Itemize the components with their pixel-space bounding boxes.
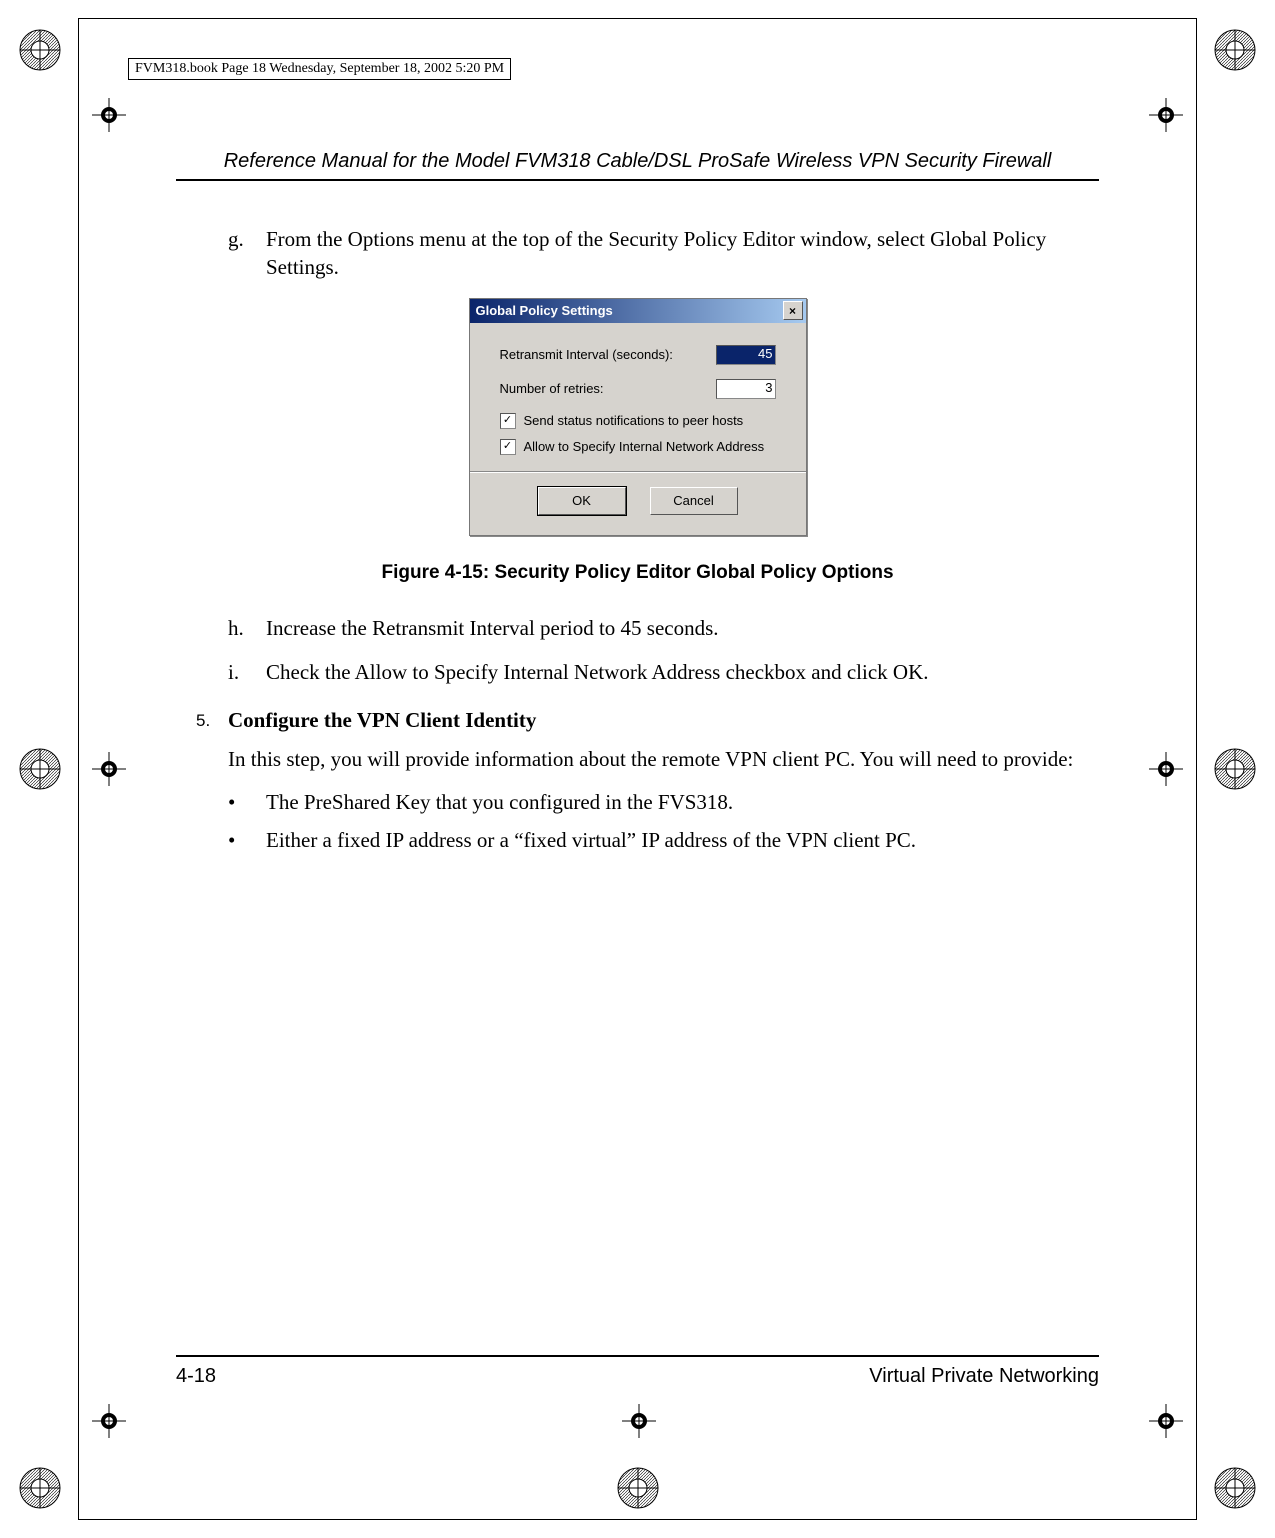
- dialog-body: Retransmit Interval (seconds): 45 Number…: [470, 323, 806, 535]
- crosshair-icon: [92, 98, 126, 132]
- figure-caption: Figure 4-15: Security Policy Editor Glob…: [176, 562, 1099, 584]
- step-5-intro: In this step, you will provide informati…: [228, 745, 1099, 773]
- page-footer: 4-18 Virtual Private Networking: [176, 1355, 1099, 1388]
- close-button[interactable]: ×: [783, 301, 803, 320]
- bullet-2-text: Either a fixed IP address or a “fixed vi…: [266, 826, 916, 854]
- checkbox-checked-icon[interactable]: ✓: [500, 439, 516, 455]
- retries-input[interactable]: 3: [716, 379, 776, 399]
- crosshair-icon: [92, 1404, 126, 1438]
- step-5-marker: 5.: [196, 708, 228, 733]
- ok-button[interactable]: OK: [538, 487, 626, 515]
- bullet-icon: •: [228, 788, 266, 816]
- close-icon: ×: [789, 305, 796, 317]
- book-tag: FVM318.book Page 18 Wednesday, September…: [128, 58, 511, 80]
- step-g: g. From the Options menu at the top of t…: [228, 225, 1099, 282]
- step-g-text: From the Options menu at the top of the …: [266, 225, 1099, 282]
- registration-mark-icon: [18, 747, 62, 791]
- registration-mark-icon: [1213, 1466, 1257, 1510]
- step-5: 5. Configure the VPN Client Identity: [196, 708, 1099, 733]
- retransmit-label: Retransmit Interval (seconds):: [500, 347, 673, 362]
- retries-label: Number of retries:: [500, 381, 604, 396]
- step-i: i. Check the Allow to Specify Internal N…: [228, 658, 1099, 686]
- step-h: h. Increase the Retransmit Interval peri…: [228, 614, 1099, 642]
- global-policy-settings-dialog: Global Policy Settings × Retransmit Inte…: [469, 298, 807, 536]
- step-h-marker: h.: [228, 614, 266, 642]
- retransmit-input[interactable]: 45: [716, 345, 776, 365]
- checkbox-checked-icon[interactable]: ✓: [500, 413, 516, 429]
- send-status-checkbox-row[interactable]: ✓ Send status notifications to peer host…: [500, 413, 776, 429]
- retries-field: Number of retries: 3: [500, 379, 776, 399]
- dialog-title: Global Policy Settings: [476, 303, 613, 318]
- page: FVM318.book Page 18 Wednesday, September…: [0, 0, 1275, 1538]
- allow-internal-checkbox-row[interactable]: ✓ Allow to Specify Internal Network Addr…: [500, 439, 776, 455]
- bullet-icon: •: [228, 826, 266, 854]
- registration-mark-icon: [18, 1466, 62, 1510]
- running-head: Reference Manual for the Model FVM318 Ca…: [176, 150, 1099, 173]
- dialog-titlebar[interactable]: Global Policy Settings ×: [470, 299, 806, 323]
- registration-mark-icon: [18, 28, 62, 72]
- send-status-label: Send status notifications to peer hosts: [524, 413, 744, 428]
- crosshair-icon: [92, 752, 126, 786]
- dialog-button-row: OK Cancel: [500, 487, 776, 515]
- footer-rule: [176, 1355, 1099, 1357]
- bullet-1: • The PreShared Key that you configured …: [228, 788, 1099, 816]
- dialog-separator: [470, 471, 806, 473]
- registration-mark-icon: [1213, 28, 1257, 72]
- step-g-marker: g.: [228, 225, 266, 282]
- registration-mark-icon: [1213, 747, 1257, 791]
- chapter-title: Virtual Private Networking: [869, 1365, 1099, 1388]
- bullet-1-text: The PreShared Key that you configured in…: [266, 788, 733, 816]
- retransmit-field: Retransmit Interval (seconds): 45: [500, 345, 776, 365]
- figure-4-15: Global Policy Settings × Retransmit Inte…: [176, 298, 1099, 584]
- header-rule: [176, 179, 1099, 181]
- crosshair-icon: [1149, 752, 1183, 786]
- bullet-2: • Either a fixed IP address or a “fixed …: [228, 826, 1099, 854]
- page-number: 4-18: [176, 1365, 216, 1388]
- crosshair-icon: [622, 1404, 656, 1438]
- allow-internal-label: Allow to Specify Internal Network Addres…: [524, 439, 765, 454]
- step-5-title: Configure the VPN Client Identity: [228, 708, 1099, 733]
- cancel-button[interactable]: Cancel: [650, 487, 738, 515]
- crosshair-icon: [1149, 98, 1183, 132]
- crosshair-icon: [1149, 1404, 1183, 1438]
- content-area: Reference Manual for the Model FVM318 Ca…: [176, 150, 1099, 1388]
- step-i-marker: i.: [228, 658, 266, 686]
- step-h-text: Increase the Retransmit Interval period …: [266, 614, 1099, 642]
- step-i-text: Check the Allow to Specify Internal Netw…: [266, 658, 1099, 686]
